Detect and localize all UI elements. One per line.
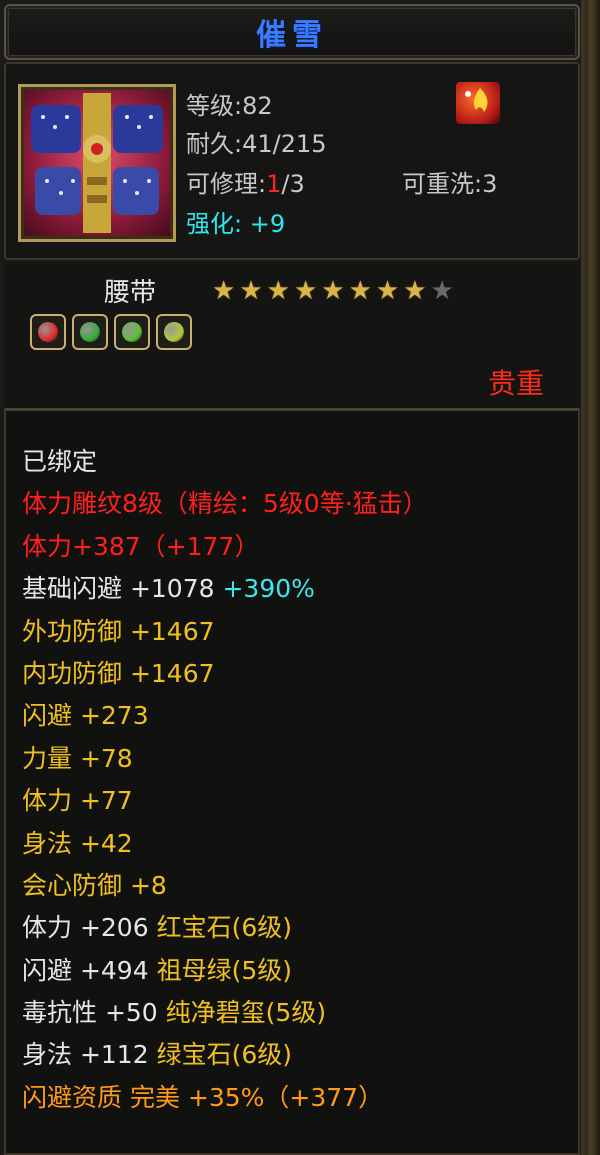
rewash-label: 可重洗	[402, 170, 474, 198]
attribute-line: 内功防御 +1467	[22, 653, 428, 695]
star-filled-icon: ★	[293, 276, 318, 306]
enhance-value: +9	[249, 210, 286, 238]
attribute-text: 闪避 +273	[22, 701, 149, 731]
belt-item-icon[interactable]	[18, 84, 176, 242]
durability-label: 耐久	[186, 130, 234, 158]
attribute-line: 会心防御 +8	[22, 865, 428, 907]
red-gem-slot-icon[interactable]	[30, 314, 66, 350]
rewash-value: 3	[482, 170, 498, 198]
repair-total: /3	[281, 170, 305, 198]
star-filled-icon: ★	[239, 276, 263, 306]
repair-label: 可修理	[186, 170, 258, 198]
attributes-panel: 已绑定体力雕纹8级（精绘：5级0等·猛击） 体力+387（+177） 基础闪避 +1…	[4, 408, 580, 1155]
attribute-extra: +390%	[222, 574, 315, 604]
attribute-line: 体力雕纹8级（精绘：5级0等·猛击）	[22, 483, 428, 525]
star-filled-icon: ★	[375, 276, 400, 306]
level-value: 82	[242, 92, 273, 120]
red-gem-icon	[38, 322, 58, 342]
window-edge	[585, 0, 600, 1155]
item-name: 催雪	[256, 18, 328, 53]
attribute-extra: 绿宝石(6级)	[156, 1040, 292, 1070]
green-gem-icon	[122, 322, 142, 342]
attribute-extra: 红宝石(6级)	[156, 913, 292, 943]
attribute-list: 已绑定体力雕纹8级（精绘：5级0等·猛击） 体力+387（+177） 基础闪避 +1…	[22, 441, 428, 1119]
green-gem-icon	[80, 322, 100, 342]
level-label: 等级	[186, 92, 234, 120]
attribute-line: 基础闪避 +1078 +390%	[22, 568, 428, 610]
gem-slots	[30, 314, 192, 350]
belt-art-icon	[31, 93, 163, 233]
attribute-extra: 祖母绿(5级)	[156, 955, 292, 985]
attribute-text: 已绑定	[22, 447, 98, 476]
attribute-line: 体力+387（+177）	[22, 526, 428, 568]
rarity-label: 贵重	[487, 367, 544, 400]
item-type-panel: 腰带 ★ ★ ★ ★ ★ ★ ★ ★ ★ 贵重	[4, 262, 580, 408]
green-gem-slot-icon[interactable]	[114, 314, 150, 350]
repair-row: 可修理:1/3	[186, 170, 305, 198]
attribute-line: 身法 +42	[22, 823, 428, 865]
attribute-text: 体力 +206	[22, 913, 157, 943]
title-bar: 催雪	[4, 4, 580, 60]
green-gem-slot-icon[interactable]	[72, 314, 108, 350]
attribute-line: 毒抗性 +50 纯净碧玺(5级)	[22, 992, 428, 1034]
yellow-green-gem-slot-icon[interactable]	[156, 314, 192, 350]
attribute-extra: 纯净碧玺(5级)	[165, 998, 327, 1028]
item-tooltip: 催雪 等级:82 耐久:41/215 可修理:1/3 可重洗:3 强化: +9 …	[0, 0, 585, 1155]
attribute-text: 体力+387（+177）	[22, 531, 260, 561]
attribute-line: 闪避资质 完美 +35%（+377）	[22, 1077, 428, 1119]
flame-badge-icon[interactable]	[456, 82, 500, 124]
attribute-line: 闪避 +494 祖母绿(5级)	[22, 950, 428, 992]
attribute-line: 已绑定	[22, 441, 428, 483]
item-header: 等级:82 耐久:41/215 可修理:1/3 可重洗:3 强化: +9	[4, 62, 580, 260]
attribute-text: 闪避 +494	[22, 955, 157, 985]
rewash-row: 可重洗:3	[402, 170, 498, 198]
star-empty-icon: ★	[430, 276, 454, 306]
attribute-text: 外功防御 +1467	[22, 616, 215, 646]
attribute-line: 闪避 +273	[22, 695, 428, 737]
attribute-text: 体力 +77	[22, 786, 133, 816]
attribute-line: 体力 +206 红宝石(6级)	[22, 907, 428, 949]
durability-row: 耐久:41/215	[186, 130, 327, 158]
attribute-line: 外功防御 +1467	[22, 611, 428, 653]
attribute-line: 身法 +112 绿宝石(6级)	[22, 1034, 428, 1076]
yellow-green-gem-icon	[164, 322, 184, 342]
flame-icon	[465, 88, 488, 112]
enhance-row: 强化: +9	[186, 210, 286, 238]
enhance-label: 强化	[186, 210, 234, 238]
star-filled-icon: ★	[321, 276, 345, 306]
durability-value: 41/215	[242, 130, 327, 158]
level-row: 等级:82	[186, 92, 273, 120]
attribute-line: 力量 +78	[22, 738, 428, 780]
attribute-text: 内功防御 +1467	[22, 658, 215, 688]
attribute-text: 身法 +42	[22, 828, 133, 858]
star-filled-icon: ★	[266, 276, 290, 306]
attribute-text: 体力雕纹8级（精绘：5级0等·猛击）	[22, 489, 428, 519]
star-filled-icon: ★	[212, 276, 236, 306]
attribute-line: 体力 +77	[22, 780, 428, 822]
item-type-label: 腰带	[104, 278, 157, 308]
repair-current: 1	[266, 170, 282, 198]
attribute-text: 毒抗性 +50	[22, 998, 166, 1028]
star-filled-icon: ★	[403, 276, 427, 306]
star-filled-icon: ★	[348, 276, 372, 306]
attribute-text: 力量 +78	[22, 743, 133, 773]
attribute-text: 闪避资质 完美 +35%（+377）	[22, 1082, 384, 1112]
attribute-text: 身法 +112	[22, 1040, 157, 1070]
star-rating: ★ ★ ★ ★ ★ ★ ★ ★ ★	[212, 278, 454, 304]
attribute-text: 会心防御 +8	[22, 870, 167, 900]
attribute-text: 基础闪避 +1078	[22, 574, 223, 604]
